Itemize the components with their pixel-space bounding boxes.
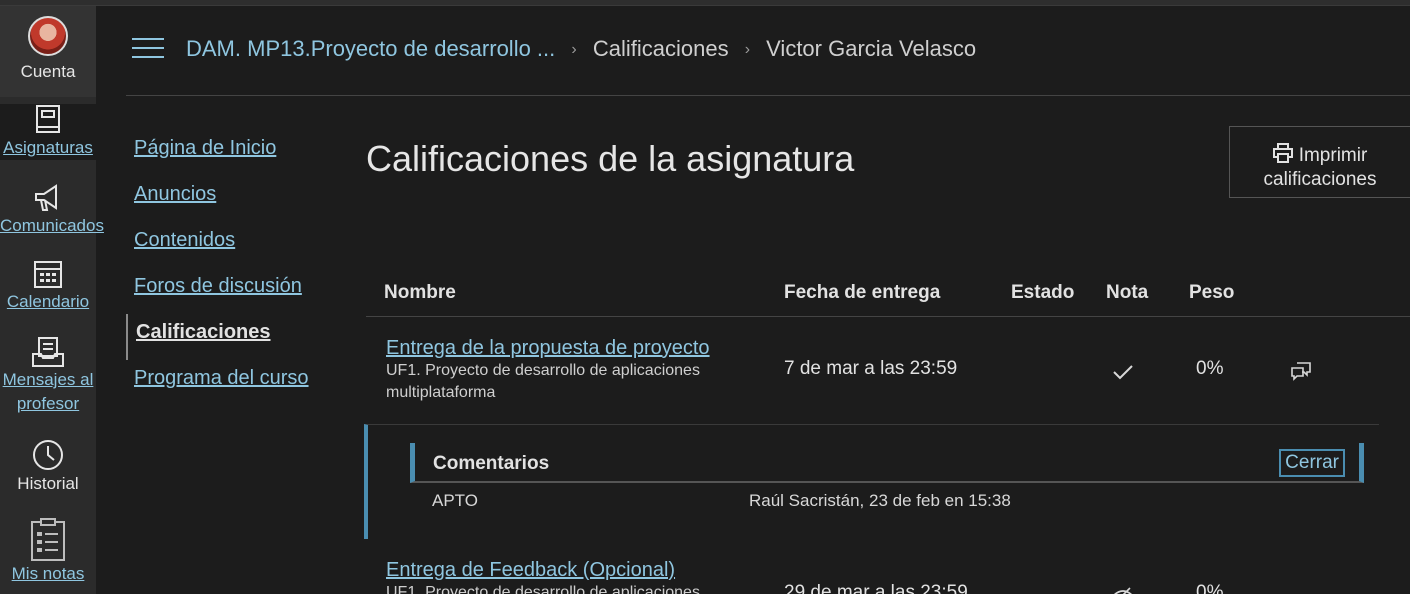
printer-icon: [1272, 142, 1293, 163]
breadcrumb-section[interactable]: Calificaciones: [593, 36, 729, 61]
header-divider: [126, 95, 1410, 96]
weight-value: 0%: [1196, 358, 1224, 379]
gnav-calendar[interactable]: Calendario: [0, 258, 96, 314]
clipboard-icon: [31, 518, 65, 561]
due-date: 29 de mar a las 23:59: [784, 582, 968, 594]
assignment-context: UF1. Proyecto de desarrollo de aplicacio…: [386, 584, 700, 594]
gnav-notes-label: Mis notas: [11, 564, 85, 583]
col-weight: Peso: [1189, 282, 1235, 303]
table-row: Entrega de la propuesta de proyecto UF1.…: [366, 317, 1410, 425]
chevron-right-icon: ›: [571, 41, 577, 58]
gnav-announcements[interactable]: Comunicados: [0, 182, 104, 238]
window-top-border: [0, 0, 1410, 6]
grades-table-header: Nombre Fecha de entrega Estado Nota Peso: [366, 270, 1410, 317]
due-date: 7 de mar a las 23:59: [784, 358, 958, 379]
table-row: Entrega de Feedback (Opcional) UF1. Proy…: [366, 540, 1410, 594]
gnav-account-label: Cuenta: [20, 62, 76, 81]
col-due: Fecha de entrega: [784, 282, 941, 303]
comments-title: Comentarios: [433, 453, 550, 474]
assignment-link[interactable]: Entrega de Feedback (Opcional): [386, 559, 675, 582]
hidden-eye-icon: [1113, 587, 1133, 594]
course-nav-forums[interactable]: Foros de discusión: [126, 268, 346, 314]
gnav-announcements-label: Comunicados: [0, 216, 104, 235]
comment-text: APTO: [432, 491, 478, 510]
weight-value: 0%: [1196, 582, 1224, 594]
breadcrumb-student: Victor Garcia Velasco: [766, 36, 977, 61]
course-nav-syllabus[interactable]: Programa del curso: [126, 360, 346, 406]
col-score: Nota: [1106, 282, 1149, 303]
gnav-history[interactable]: Historial: [0, 438, 96, 496]
assignment-context: UF1. Proyecto de desarrollo de aplicacio…: [386, 362, 700, 401]
print-grades-button[interactable]: Imprimir calificaciones: [1229, 126, 1410, 198]
inbox-icon: [32, 337, 64, 367]
breadcrumb: DAM. MP13.Proyecto de desarrollo ... › C…: [186, 36, 976, 62]
gnav-history-label: Historial: [17, 474, 79, 493]
close-comments-button[interactable]: Cerrar: [1279, 449, 1345, 477]
breadcrumb-course[interactable]: DAM. MP13.Proyecto de desarrollo ...: [186, 36, 555, 61]
gnav-courses-label: Asignaturas: [3, 138, 93, 157]
check-icon: [1113, 365, 1133, 380]
course-nav-contents[interactable]: Contenidos: [126, 222, 346, 268]
calendar-icon: [34, 261, 62, 288]
col-name: Nombre: [384, 282, 456, 303]
chevron-right-icon: ›: [744, 41, 751, 58]
comment-author: Raúl Sacristán, 23 de feb en 15:38: [749, 491, 1011, 510]
gnav-messages-label: Mensajes al profesor: [2, 370, 94, 413]
gnav-messages[interactable]: Mensajes al profesor: [0, 336, 96, 416]
assignment-link[interactable]: Entrega de la propuesta de proyecto: [386, 337, 710, 360]
comments-icon[interactable]: [1290, 361, 1312, 381]
col-status: Estado: [1011, 282, 1075, 303]
comments-panel: Comentarios Cerrar APTO Raúl Sacristán, …: [364, 424, 1379, 539]
book-icon: [36, 105, 60, 133]
gnav-calendar-label: Calendario: [6, 292, 90, 311]
global-nav: Cuenta Asignaturas Comunicados Calendari…: [0, 6, 104, 594]
gnav-notes[interactable]: Mis notas: [0, 518, 96, 586]
page-title: Calificaciones de la asignatura: [366, 138, 855, 179]
megaphone-icon: [35, 184, 57, 211]
clock-icon: [33, 440, 63, 470]
course-nav-home[interactable]: Página de Inicio: [126, 130, 346, 176]
gnav-courses[interactable]: Asignaturas: [0, 104, 96, 160]
avatar: [28, 16, 68, 56]
course-nav-announcements[interactable]: Anuncios: [126, 176, 346, 222]
gnav-account[interactable]: Cuenta: [0, 6, 96, 97]
course-nav-grades[interactable]: Calificaciones: [126, 314, 346, 360]
course-nav: Página de Inicio Anuncios Contenidos For…: [126, 130, 346, 406]
comments-header: Comentarios Cerrar: [410, 443, 1364, 483]
hamburger-menu-icon[interactable]: [132, 38, 164, 62]
